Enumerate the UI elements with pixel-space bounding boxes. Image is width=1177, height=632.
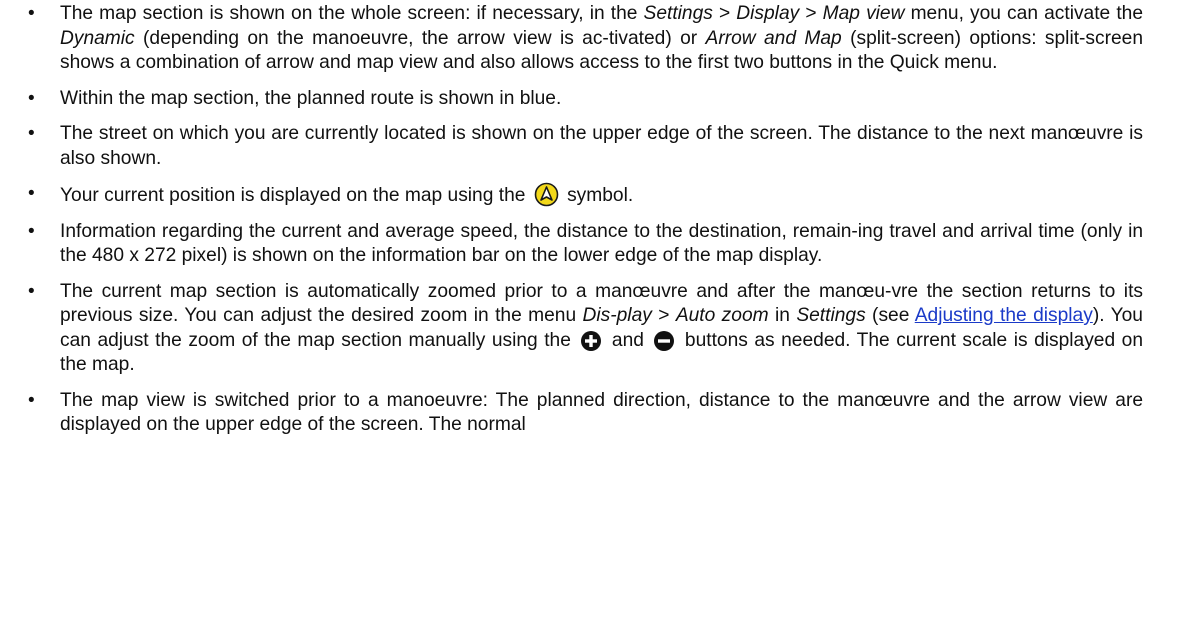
item-text: The map view is switched prior to a mano… — [60, 389, 1143, 436]
item-text-segment: (depending on the manoeuvre, the arrow v… — [134, 27, 706, 49]
item-text: The street on which you are currently lo… — [60, 123, 1143, 169]
option-arrow-and-map: Arrow and Map — [705, 27, 842, 49]
zoom-in-icon — [580, 330, 602, 352]
menu-path-settings: Settings — [643, 3, 713, 24]
item-text: Information regarding the current and av… — [60, 220, 1143, 267]
bullet-marker: • — [28, 87, 35, 109]
manual-page: • The map section is shown on the whole … — [0, 0, 1177, 632]
menu-path-map-view: Map view — [822, 3, 905, 24]
item-text-segment: symbol. — [561, 185, 634, 206]
menu-path-settings: Settings — [796, 305, 866, 326]
list-item: • The street on which you are currently … — [0, 122, 1177, 171]
item-text: Within the map section, the planned rout… — [60, 87, 562, 109]
list-item: • Your current position is displayed on … — [0, 182, 1177, 209]
bullet-list: • The map section is shown on the whole … — [0, 2, 1177, 438]
item-text-segment: menu, you can activate the — [904, 3, 1144, 24]
bullet-marker: • — [28, 220, 35, 242]
list-item: • The map section is shown on the whole … — [0, 2, 1177, 76]
option-dynamic: Dynamic — [60, 27, 135, 49]
menu-path-separator: > — [651, 305, 676, 326]
menu-path-display: Display — [736, 3, 800, 24]
item-text-segment: (see — [865, 305, 915, 326]
item-text-segment: in — [768, 305, 797, 326]
list-item: • The map view is switched prior to a ma… — [0, 389, 1177, 438]
bullet-marker: • — [28, 3, 35, 24]
list-item: • Within the map section, the planned ro… — [0, 87, 1177, 112]
item-text-segment: and — [605, 329, 651, 351]
bullet-marker: • — [28, 280, 35, 302]
menu-path-display: Dis-play — [582, 305, 652, 326]
bullet-marker: • — [28, 183, 35, 204]
zoom-out-icon — [653, 330, 675, 352]
bullet-marker: • — [28, 123, 35, 144]
menu-path-auto-zoom: Auto zoom — [675, 305, 769, 326]
position-arrow-icon — [534, 182, 559, 207]
item-text-segment: Your current position is displayed on th… — [60, 185, 531, 206]
bullet-marker: • — [28, 389, 35, 411]
list-item: • The current map section is automatical… — [0, 280, 1177, 378]
list-item: • Information regarding the current and … — [0, 220, 1177, 269]
item-text-segment: The map section is shown on the whole sc… — [60, 3, 644, 24]
menu-path-separator: > — [712, 3, 737, 24]
adjusting-display-link[interactable]: Adjusting the display — [915, 305, 1093, 326]
menu-path-separator: > — [799, 3, 823, 24]
